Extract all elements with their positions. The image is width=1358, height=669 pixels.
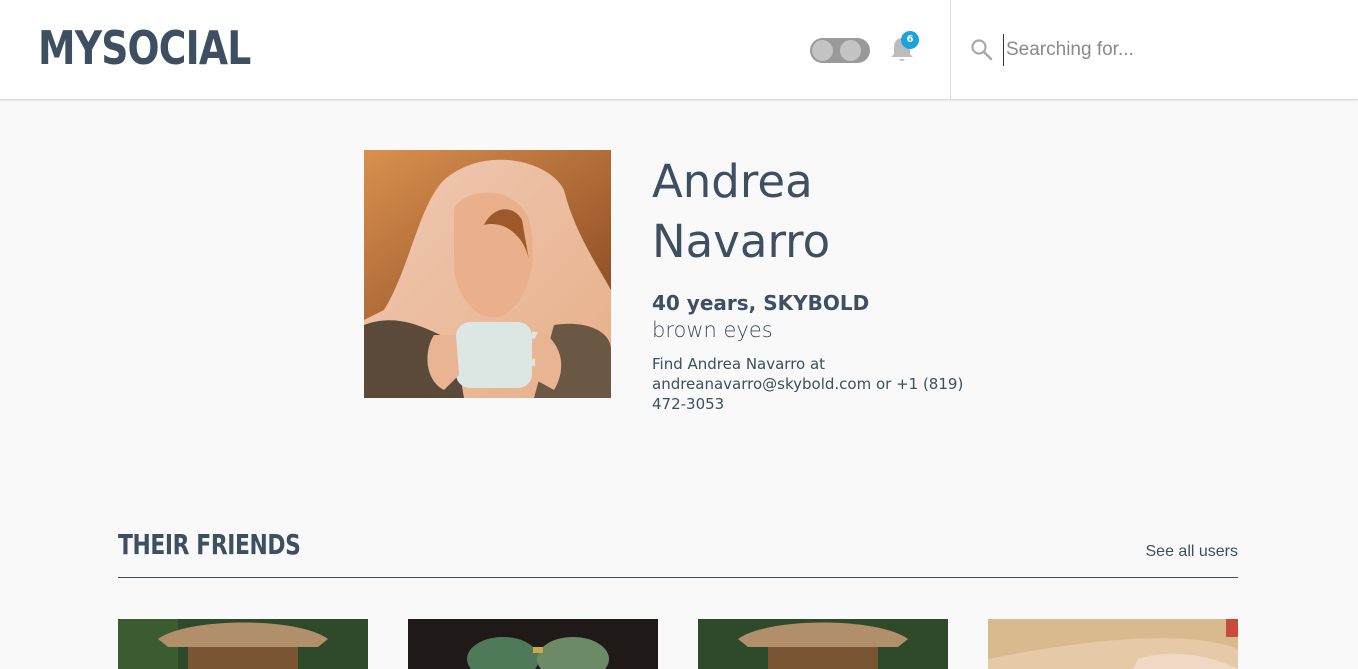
profile-contact: Find Andrea Navarro at andreanavarro@sky…	[652, 355, 964, 413]
friend-card-1[interactable]	[118, 619, 368, 669]
toggle-knob-secondary	[840, 40, 861, 61]
friend-card-4[interactable]	[988, 619, 1238, 669]
search-area	[950, 0, 1358, 100]
top-header: MYSOCIAL 6	[0, 0, 1358, 100]
app-logo[interactable]: MYSOCIAL	[38, 18, 251, 78]
profile-eye-color: brown eyes	[652, 318, 773, 342]
notification-badge: 6	[901, 31, 919, 49]
profile-age-company: 40 years, SKYBOLD	[652, 291, 870, 315]
profile-photo	[364, 150, 611, 398]
friend-card-2[interactable]	[408, 619, 658, 669]
theme-toggle[interactable]	[810, 38, 870, 63]
friends-section-title: THEIR FRIENDS	[118, 528, 301, 561]
search-icon	[971, 39, 993, 61]
profile-name: Andrea Navarro	[652, 155, 831, 268]
section-divider	[118, 577, 1238, 578]
friend-card-3[interactable]	[698, 619, 948, 669]
search-input[interactable]	[1003, 34, 1343, 66]
see-all-users-link[interactable]: See all users	[1100, 543, 1239, 561]
toggle-knob	[812, 40, 833, 61]
